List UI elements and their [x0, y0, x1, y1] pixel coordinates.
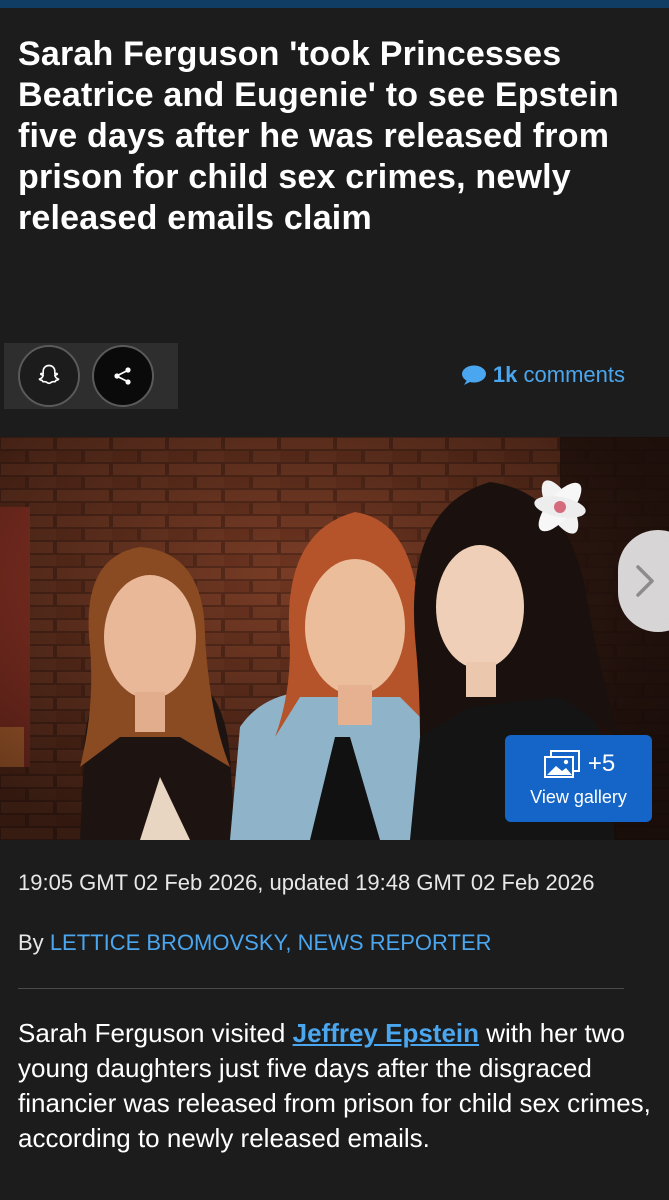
share-bar — [4, 343, 178, 409]
article-byline: By LETTICE BROMOVSKY, NEWS REPORTER — [18, 930, 492, 956]
next-image-button[interactable] — [618, 530, 669, 632]
image-stack-icon — [543, 750, 580, 778]
body-lead: Sarah Ferguson visited — [18, 1018, 286, 1048]
top-accent-bar — [0, 0, 669, 8]
comments-label: comments — [523, 362, 625, 387]
share-icon — [114, 367, 131, 385]
snapchat-share-button[interactable] — [18, 345, 80, 407]
comments-count: 1k — [492, 362, 518, 387]
speech-bubble-icon — [461, 365, 486, 385]
byline-prefix: By — [18, 930, 44, 955]
author-link[interactable]: LETTICE BROMOVSKY, NEWS REPORTER — [50, 930, 492, 955]
jeffrey-epstein-link[interactable]: Jeffrey Epstein — [293, 1018, 479, 1048]
article-body-paragraph: Sarah Ferguson visited Jeffrey Epstein w… — [18, 1016, 652, 1156]
view-gallery-button[interactable]: +5 View gallery — [505, 735, 652, 822]
article-headline: Sarah Ferguson 'took Princesses Beatrice… — [18, 35, 620, 237]
gallery-count: +5 — [587, 750, 616, 777]
comments-link[interactable]: 1k comments — [461, 362, 625, 388]
article-dateline: 19:05 GMT 02 Feb 2026, updated 19:48 GMT… — [18, 870, 595, 895]
chevron-right-icon — [636, 565, 654, 597]
divider — [18, 988, 624, 989]
share-button[interactable] — [92, 345, 154, 407]
snapchat-icon — [38, 364, 60, 385]
gallery-label: View gallery — [530, 787, 627, 807]
